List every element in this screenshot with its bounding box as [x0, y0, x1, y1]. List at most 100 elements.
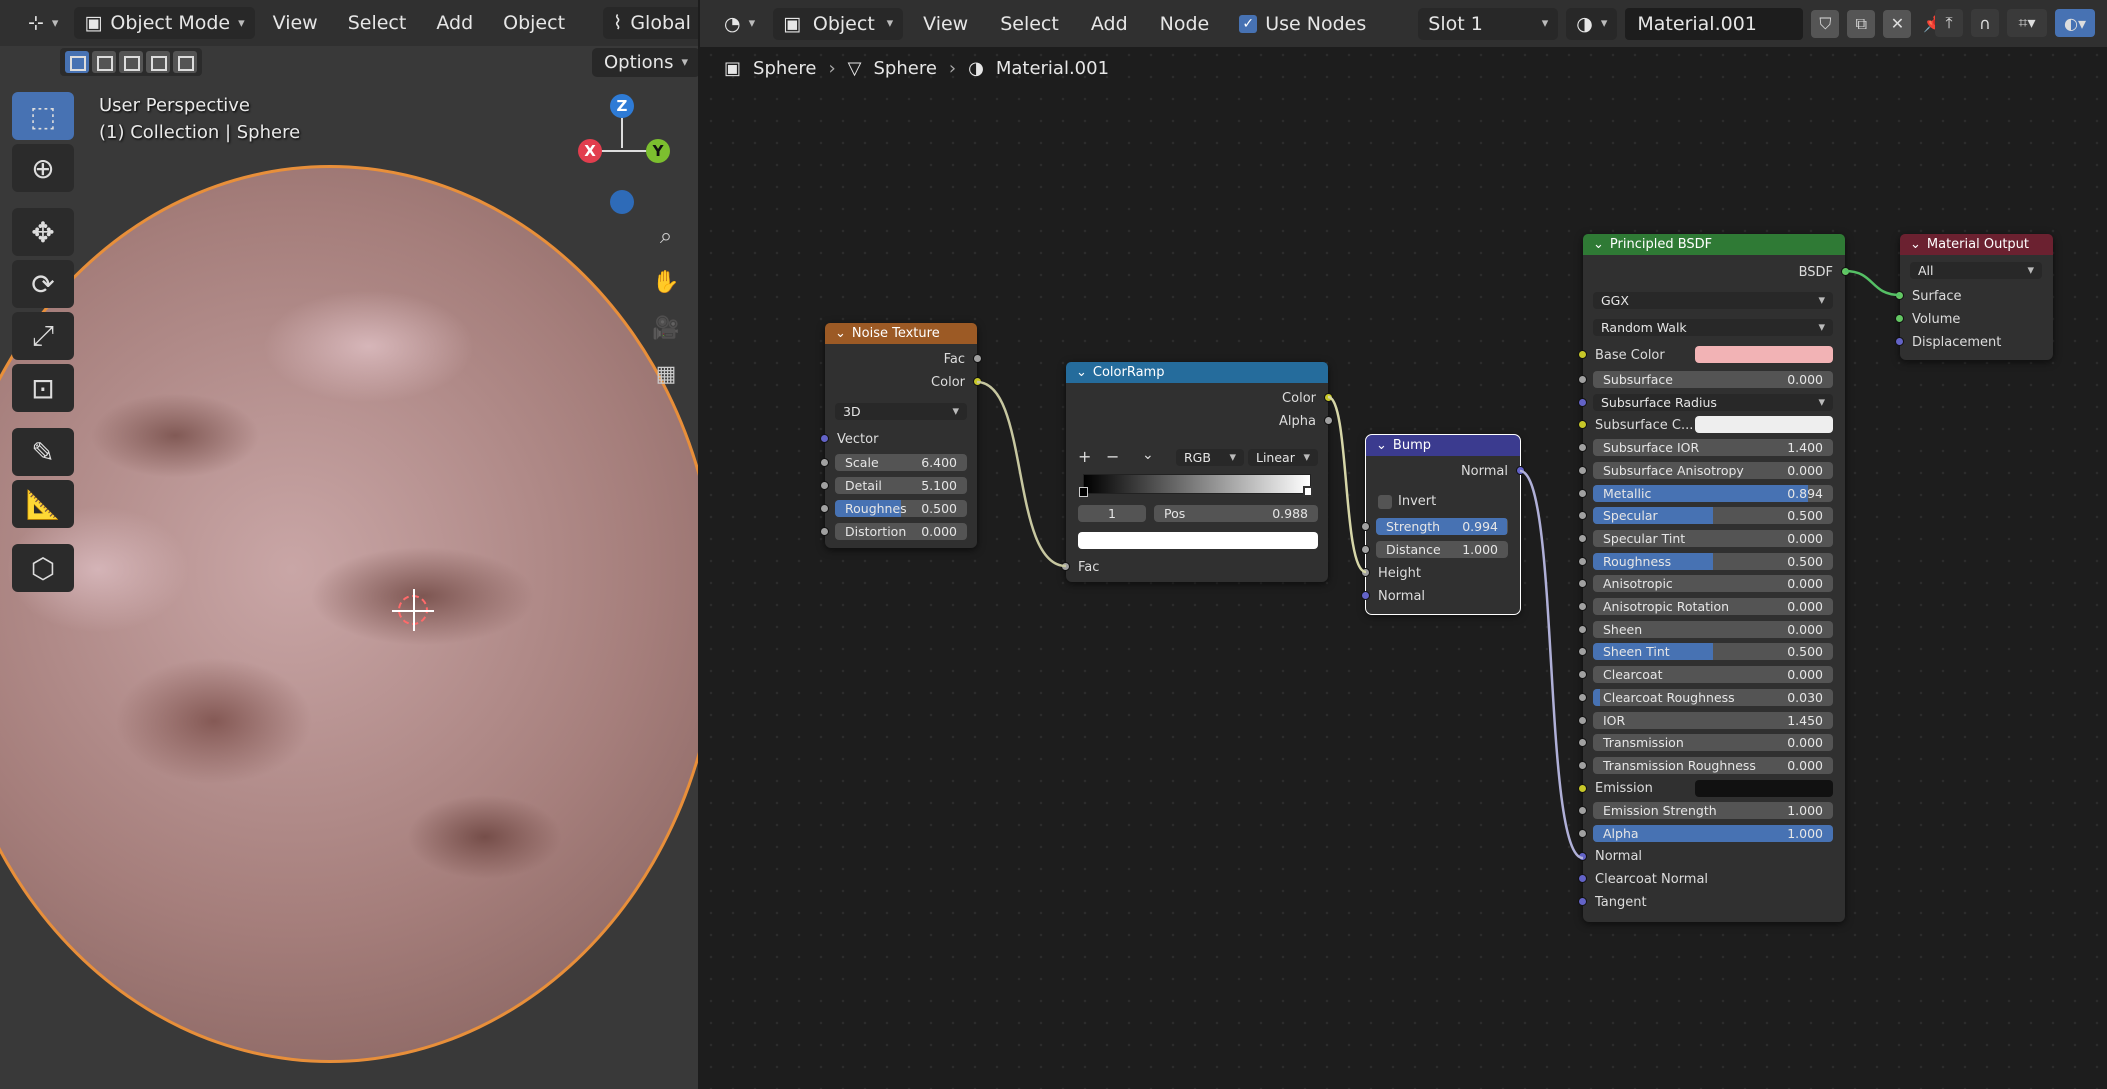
- measure-tool-icon[interactable]: 📐: [12, 480, 74, 528]
- menu-object[interactable]: Object: [491, 7, 577, 39]
- slot-dropdown[interactable]: Slot 1 ▾: [1418, 7, 1559, 40]
- socket-in[interactable]: [1578, 443, 1587, 453]
- principled-bsdf-node[interactable]: ⌄ Principled BSDF BSDF GGX ▾ Random Walk ▾…: [1578, 234, 1850, 922]
- color-mode-dropdown[interactable]: RGB ▾: [1176, 449, 1244, 466]
- interpolation-dropdown[interactable]: Linear ▾: [1248, 449, 1318, 466]
- param-field-emission-strength[interactable]: Emission Strength 1.000: [1593, 802, 1833, 820]
- socket-in[interactable]: [1578, 579, 1587, 589]
- material-name-field[interactable]: Material.001: [1625, 7, 1804, 40]
- node-header[interactable]: ⌄ ColorRamp: [1066, 362, 1328, 383]
- scale-tool-icon[interactable]: ⤢: [12, 312, 74, 360]
- strength-field[interactable]: Strength 0.994: [1376, 518, 1508, 535]
- socket-displacement-in[interactable]: [1895, 337, 1904, 346]
- menu-add[interactable]: Add: [1079, 8, 1140, 40]
- noise-texture-node[interactable]: ⌄ Noise Texture Fac Color 3D ▾ Vector Sca…: [820, 323, 982, 548]
- socket-color-out[interactable]: [1324, 393, 1333, 402]
- collapse-chevron-icon[interactable]: ⌄: [1376, 438, 1387, 453]
- socket-alpha-out[interactable]: [1324, 416, 1333, 425]
- socket-color-out[interactable]: [973, 377, 982, 386]
- socket-in[interactable]: [1578, 760, 1587, 770]
- gizmo-z-axis[interactable]: Z: [610, 94, 634, 118]
- param-field-subsurface[interactable]: Subsurface 0.000: [1593, 371, 1833, 388]
- move-tool-icon[interactable]: ✥: [12, 208, 74, 256]
- node-header[interactable]: ⌄ Noise Texture: [825, 323, 977, 344]
- socket-in[interactable]: [1578, 715, 1587, 725]
- unlink-close-icon[interactable]: ✕: [1883, 9, 1912, 38]
- color-swatch[interactable]: [1695, 416, 1833, 434]
- mode-dropdown[interactable]: ▣ Object Mode ▾: [74, 7, 255, 39]
- use-nodes-toggle[interactable]: ✓ Use Nodes: [1229, 8, 1376, 40]
- select-extend-icon[interactable]: [92, 51, 116, 73]
- socket-in[interactable]: [1578, 533, 1587, 543]
- stop-index-field[interactable]: 1: [1078, 505, 1146, 522]
- menu-view[interactable]: View: [911, 8, 980, 40]
- socket-bsdf-out[interactable]: [1841, 267, 1850, 276]
- dimensions-dropdown[interactable]: 3D ▾: [835, 403, 967, 420]
- menu-select[interactable]: Select: [336, 7, 419, 39]
- node-header[interactable]: ⌄ Material Output: [1900, 234, 2053, 255]
- ramp-stop-black[interactable]: [1079, 487, 1088, 497]
- orientation-dropdown[interactable]: ⌇ Global ▾: [603, 7, 698, 39]
- position-field[interactable]: Pos 0.988: [1154, 505, 1318, 522]
- socket-volume-in[interactable]: [1895, 314, 1904, 323]
- add-cube-tool-icon[interactable]: ⬡: [12, 544, 74, 592]
- param-field-anisotropic[interactable]: Anisotropic 0.000: [1593, 575, 1833, 593]
- socket-in[interactable]: [1578, 738, 1587, 748]
- menu-node[interactable]: Node: [1148, 8, 1222, 40]
- socket-in[interactable]: [1578, 624, 1587, 634]
- zoom-icon[interactable]: ⌕: [648, 218, 684, 254]
- distance-field[interactable]: Distance 1.000: [1376, 541, 1508, 558]
- color-ramp-gradient[interactable]: [1083, 474, 1311, 494]
- collapse-chevron-icon[interactable]: ⌄: [1076, 365, 1087, 380]
- socket-normal-out[interactable]: [1516, 466, 1525, 475]
- socket-base-color-in[interactable]: [1578, 350, 1587, 359]
- fake-user-shield-icon[interactable]: ⛉: [1811, 9, 1840, 38]
- collapse-chevron-icon[interactable]: ⌄: [835, 326, 846, 341]
- socket-in[interactable]: [1578, 397, 1587, 407]
- param-field-subsurface-ior[interactable]: Subsurface IOR 1.400: [1593, 439, 1833, 457]
- overlays-icon[interactable]: ◐▾: [2055, 9, 2095, 37]
- select-intersect-icon[interactable]: [173, 51, 197, 73]
- snap-magnet-icon[interactable]: ∩: [1971, 9, 1999, 37]
- scale-field[interactable]: Scale 6.400: [835, 454, 967, 471]
- remove-stop-icon[interactable]: −: [1106, 447, 1119, 466]
- param-field-anisotropic-rotation[interactable]: Anisotropic Rotation 0.000: [1593, 598, 1833, 615]
- gizmo-negative-y-axis[interactable]: [610, 190, 634, 214]
- socket-in[interactable]: [1578, 488, 1587, 498]
- socket-in[interactable]: [1578, 692, 1587, 702]
- stop-color-swatch[interactable]: [1078, 532, 1318, 549]
- colorramp-node[interactable]: ⌄ ColorRamp Color Alpha + − ⌄ RGB ▾ Linea…: [1061, 362, 1333, 582]
- shader-type-dropdown[interactable]: ▣ Object ▾: [773, 7, 904, 40]
- node-header[interactable]: ⌄ Principled BSDF: [1583, 234, 1845, 255]
- output-target-dropdown[interactable]: All ▾: [1910, 262, 2042, 279]
- distribution-dropdown[interactable]: GGX ▾: [1593, 292, 1833, 309]
- material-output-node[interactable]: ⌄ Material Output All ▾ Surface Volume Di…: [1895, 234, 2053, 360]
- add-stop-icon[interactable]: +: [1078, 447, 1091, 466]
- editor-type-button[interactable]: ⊹ ▾: [18, 7, 68, 39]
- socket-in[interactable]: [1578, 647, 1587, 657]
- snap-mode-icon[interactable]: ⌗▾: [2007, 9, 2047, 37]
- pan-hand-icon[interactable]: ✋: [648, 264, 684, 300]
- options-dropdown[interactable]: Options ▾: [592, 48, 698, 77]
- gizmo-x-axis[interactable]: X: [578, 139, 602, 163]
- socket-in[interactable]: [1578, 806, 1587, 816]
- grid-icon[interactable]: ▦: [648, 356, 684, 392]
- socket-detail-in[interactable]: [820, 481, 829, 490]
- socket-in[interactable]: [1578, 556, 1587, 566]
- base-color-swatch[interactable]: [1695, 346, 1833, 363]
- navigation-gizmo[interactable]: Z X Y: [570, 92, 670, 222]
- param-field-transmission[interactable]: Transmission 0.000: [1593, 734, 1833, 752]
- roughness-field[interactable]: Roughnes 0.500: [835, 500, 967, 517]
- editor-type-button[interactable]: ◔ ▾: [714, 8, 765, 40]
- param-field-sheen-tint[interactable]: Sheen Tint 0.500: [1593, 643, 1833, 661]
- detail-field[interactable]: Detail 5.100: [835, 477, 967, 494]
- param-field-roughness[interactable]: Roughness 0.500: [1593, 552, 1833, 570]
- socket-fac-in[interactable]: [1061, 562, 1070, 571]
- param-field-clearcoat-roughness[interactable]: Clearcoat Roughness 0.030: [1593, 688, 1833, 706]
- gizmo-y-axis[interactable]: Y: [646, 139, 670, 163]
- socket-in[interactable]: [1578, 670, 1587, 680]
- select-box-tool-icon[interactable]: ⬚: [12, 92, 74, 140]
- rotate-tool-icon[interactable]: ⟳: [12, 260, 74, 308]
- transform-tool-icon[interactable]: ⊡: [12, 364, 74, 412]
- parent-node-tree-icon[interactable]: ⤒: [1935, 9, 1963, 37]
